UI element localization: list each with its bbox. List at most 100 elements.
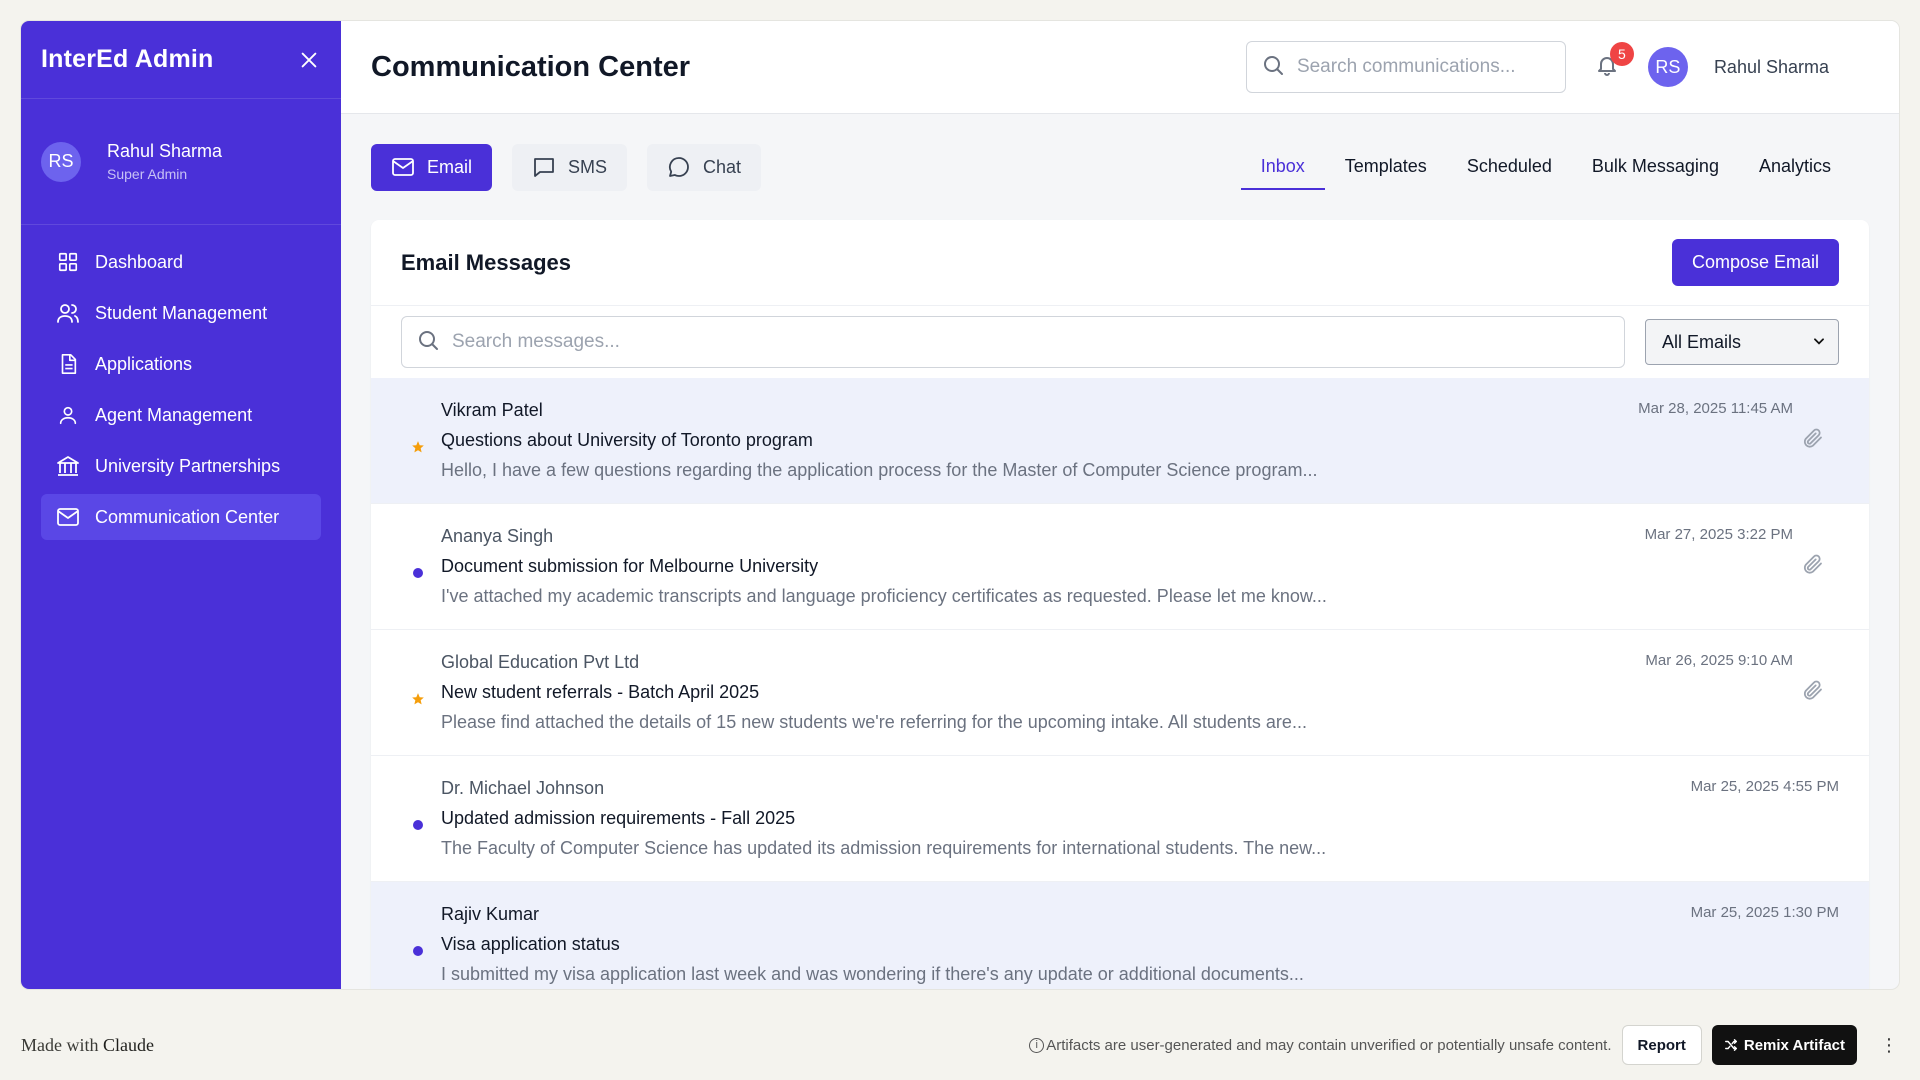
message-preview: Please find attached the details of 15 n…	[441, 712, 1307, 732]
chevron-down-icon	[1812, 332, 1826, 353]
tab-inbox[interactable]: Inbox	[1240, 144, 1325, 190]
card-header: Email Messages Compose Email	[371, 220, 1869, 306]
message-row[interactable]: Dr. Michael Johnson Updated admission re…	[371, 756, 1869, 882]
tab-scheduled[interactable]: Scheduled	[1447, 144, 1572, 190]
notifications-button[interactable]: 5	[1592, 42, 1634, 82]
sidebar-item-dashboard[interactable]: Dashboard	[41, 239, 321, 285]
sidebar-nav: Dashboard Student Management Application…	[21, 225, 341, 559]
subtabs: Inbox Templates Scheduled Bulk Messaging…	[1240, 144, 1851, 190]
message-preview: I've attached my academic transcripts an…	[441, 586, 1327, 606]
brand-name: Claude	[102, 1034, 154, 1055]
footer-actions: i Artifacts are user-generated and may c…	[1029, 1025, 1899, 1065]
filter-row: All Emails	[371, 306, 1869, 378]
message-subject: New student referrals - Batch April 2025	[441, 682, 760, 702]
mail-icon	[55, 504, 81, 530]
close-icon[interactable]	[297, 48, 321, 72]
paperclip-icon	[1801, 552, 1825, 581]
message-sender: Dr. Michael Johnson	[441, 778, 605, 798]
made-with-label: Made with Claude	[21, 1035, 154, 1056]
sidebar-item-label: University Partnerships	[95, 455, 281, 476]
shuffle-icon	[1724, 1038, 1738, 1052]
email-filter-value: All Emails	[1662, 331, 1742, 352]
top-bar: Communication Center 5 RS Rahul Sharma	[341, 21, 1899, 114]
search-input[interactable]	[1296, 56, 1537, 78]
report-button[interactable]: Report	[1621, 1025, 1702, 1065]
tab-analytics[interactable]: Analytics	[1739, 144, 1851, 190]
sidebar-item-applications[interactable]: Applications	[41, 341, 321, 387]
paperclip-icon	[1801, 678, 1825, 707]
sidebar-item-university-partnerships[interactable]: University Partnerships	[41, 443, 321, 489]
message-row[interactable]: Vikram Patel Questions about University …	[371, 378, 1869, 504]
message-subject: Questions about University of Toronto pr…	[441, 430, 813, 450]
safety-notice-text: Artifacts are user-generated and may con…	[1046, 1036, 1612, 1054]
message-row[interactable]: Global Education Pvt Ltd New student ref…	[371, 630, 1869, 756]
compose-email-button[interactable]: Compose Email	[1671, 239, 1839, 286]
tab-chat[interactable]: Chat	[647, 143, 762, 191]
message-preview: Hello, I have a few questions regarding …	[441, 460, 1318, 480]
top-search[interactable]	[1245, 41, 1566, 93]
sidebar: InterEd Admin RS Rahul Sharma Super Admi…	[21, 21, 341, 989]
dashboard-icon	[55, 249, 81, 275]
message-date: Mar 25, 2025 4:55 PM	[1690, 778, 1839, 795]
paperclip-icon	[1801, 426, 1825, 455]
message-preview: The Faculty of Computer Science has upda…	[441, 838, 1327, 858]
sidebar-user: RS Rahul Sharma Super Admin	[21, 99, 341, 225]
email-filter-select[interactable]: All Emails	[1645, 319, 1839, 365]
document-icon	[55, 351, 81, 377]
tab-label: Email	[427, 156, 473, 177]
message-subject: Visa application status	[441, 934, 620, 954]
sidebar-user-role: Super Admin	[107, 166, 188, 182]
unread-dot-icon	[411, 818, 425, 832]
unread-dot-icon	[411, 944, 425, 958]
message-date: Mar 27, 2025 3:22 PM	[1644, 526, 1793, 543]
sidebar-item-label: Dashboard	[95, 251, 184, 272]
notification-badge: 5	[1609, 42, 1634, 66]
star-icon[interactable]	[411, 692, 425, 706]
sidebar-title: InterEd Admin	[41, 45, 214, 73]
page-title: Communication Center	[371, 50, 691, 83]
tab-templates[interactable]: Templates	[1325, 144, 1447, 190]
star-icon[interactable]	[411, 440, 425, 454]
remix-label: Remix Artifact	[1743, 1036, 1845, 1054]
tab-label: SMS	[568, 156, 608, 177]
tab-bulk-messaging[interactable]: Bulk Messaging	[1572, 144, 1739, 190]
sidebar-item-agent-management[interactable]: Agent Management	[41, 392, 321, 438]
message-row[interactable]: Ananya Singh Document submission for Mel…	[371, 504, 1869, 630]
made-with-text: Made with	[21, 1034, 99, 1055]
chat-bubble-icon	[667, 155, 691, 179]
sidebar-header: InterEd Admin	[21, 21, 341, 99]
tab-email[interactable]: Email	[371, 143, 493, 191]
sidebar-item-label: Applications	[95, 353, 193, 374]
artifact-footer: Made with Claude i Artifacts are user-ge…	[0, 1010, 1920, 1080]
building-icon	[55, 453, 81, 479]
more-options-icon[interactable]: ⋮	[1879, 1030, 1899, 1060]
message-square-icon	[532, 155, 556, 179]
users-icon	[55, 300, 81, 326]
message-subject: Updated admission requirements - Fall 20…	[441, 808, 796, 828]
sidebar-item-student-management[interactable]: Student Management	[41, 290, 321, 336]
remix-artifact-button[interactable]: Remix Artifact	[1711, 1025, 1857, 1065]
message-search[interactable]	[401, 316, 1625, 368]
message-date: Mar 25, 2025 1:30 PM	[1690, 904, 1839, 921]
sidebar-item-label: Communication Center	[95, 506, 280, 527]
content: Email SMS Chat Inbox Templates Scheduled…	[341, 114, 1899, 989]
message-sender: Rajiv Kumar	[441, 904, 540, 924]
user-name[interactable]: Rahul Sharma	[1714, 57, 1829, 78]
email-messages-card: Email Messages Compose Email All Emails	[371, 220, 1869, 989]
message-list: Vikram Patel Questions about University …	[371, 378, 1869, 989]
message-search-input[interactable]	[452, 331, 1052, 353]
message-date: Mar 28, 2025 11:45 AM	[1638, 400, 1793, 417]
tab-sms[interactable]: SMS	[512, 143, 628, 191]
sidebar-item-communication-center[interactable]: Communication Center	[41, 494, 321, 540]
avatar: RS	[41, 141, 81, 182]
app-window: InterEd Admin RS Rahul Sharma Super Admi…	[21, 21, 1899, 989]
info-icon: i	[1029, 1037, 1045, 1053]
safety-notice: i Artifacts are user-generated and may c…	[1029, 1036, 1612, 1054]
card-title: Email Messages	[401, 249, 571, 275]
tab-label: Chat	[703, 156, 742, 177]
search-icon	[416, 328, 440, 357]
avatar[interactable]: RS	[1647, 47, 1688, 87]
search-icon	[1261, 53, 1285, 82]
mail-icon	[391, 155, 415, 179]
message-row[interactable]: Rajiv Kumar Visa application status I su…	[371, 882, 1869, 989]
